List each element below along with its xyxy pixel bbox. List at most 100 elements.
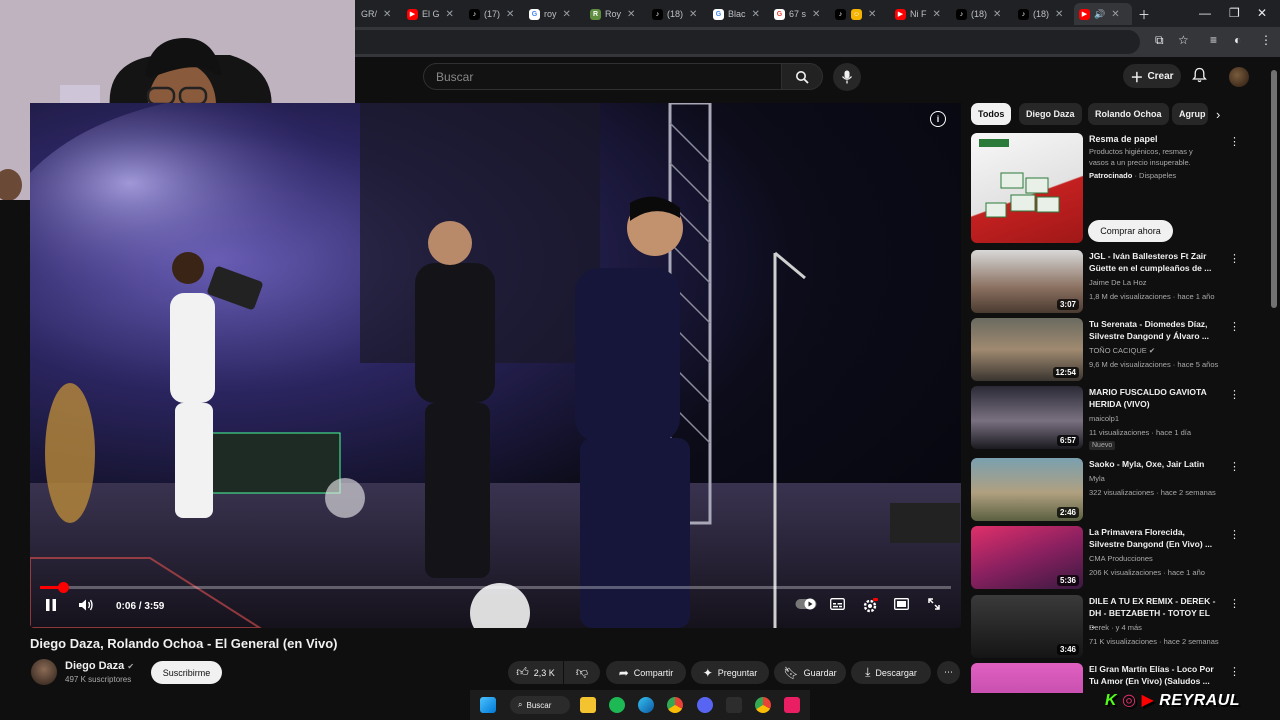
- video-thumbnail[interactable]: 5:36: [971, 526, 1083, 589]
- browser-tab[interactable]: ♪ (18) ✕: [647, 3, 707, 25]
- video-thumbnail[interactable]: 12:54: [971, 318, 1083, 381]
- subtitles-button[interactable]: [830, 598, 845, 610]
- more-vertical-icon[interactable]: ⋮: [1229, 460, 1240, 473]
- chip-rolando-ochoa[interactable]: Rolando Ochoa: [1088, 103, 1169, 125]
- chrome-alt-icon[interactable]: [755, 697, 771, 713]
- progress-bar[interactable]: [40, 582, 951, 593]
- settings-button[interactable]: [862, 598, 878, 614]
- close-icon[interactable]: ✕: [383, 9, 391, 20]
- close-icon[interactable]: ✕: [1055, 9, 1063, 20]
- video-thumbnail[interactable]: 3:46: [971, 595, 1083, 658]
- recommendation-item[interactable]: 3:46 DILE A TU EX REMIX - DEREK - DH - B…: [971, 595, 1261, 659]
- install-app-icon[interactable]: ⧉: [1155, 33, 1164, 48]
- account-avatar[interactable]: [1229, 67, 1249, 87]
- sidebar-scrollbar[interactable]: [1271, 70, 1277, 308]
- video-thumbnail[interactable]: [971, 663, 1083, 693]
- tiktok-icon[interactable]: [784, 697, 800, 713]
- media-control-icon[interactable]: ≡: [1210, 33, 1217, 47]
- browser-menu-icon[interactable]: ⋮: [1260, 33, 1272, 47]
- close-icon[interactable]: ✕: [446, 9, 454, 20]
- download-button[interactable]: ⤓ Descargar: [851, 661, 931, 684]
- recommendation-item[interactable]: 3:07 JGL - Iván Ballesteros Ft Zair Güet…: [971, 250, 1261, 314]
- ad-thumbnail[interactable]: [971, 133, 1083, 243]
- browser-tab[interactable]: ▶ Ni F ✕: [890, 3, 948, 25]
- chip-all[interactable]: Todos: [971, 103, 1012, 125]
- channel-avatar[interactable]: [31, 659, 57, 685]
- maximize-icon[interactable]: ❐: [1229, 6, 1240, 20]
- fullscreen-button[interactable]: [928, 598, 940, 610]
- browser-tab[interactable]: G Blac ✕: [708, 3, 768, 25]
- progress-scrubber-handle[interactable]: [57, 582, 69, 593]
- windows-start-icon[interactable]: [480, 697, 496, 713]
- chrome-icon[interactable]: [667, 697, 683, 713]
- browser-tab[interactable]: ♪ (18) ✕: [1013, 3, 1073, 25]
- spotify-icon[interactable]: [609, 697, 625, 713]
- browser-tab-active[interactable]: ▶ 🔊 ✕: [1074, 3, 1132, 25]
- recommendation-item[interactable]: 2:46 Saoko - Myla, Oxe, Jair Latin Myla …: [971, 458, 1261, 522]
- dislike-button[interactable]: 👎︎: [564, 661, 600, 684]
- more-vertical-icon[interactable]: ⋮: [1229, 320, 1240, 333]
- notifications-bell-icon[interactable]: [1192, 67, 1207, 86]
- channel-name[interactable]: Diego Daza ✔: [65, 660, 134, 672]
- volume-button[interactable]: [78, 598, 94, 612]
- recommendation-item[interactable]: El Gran Martín Elías - Loco Por Tu Amor …: [971, 663, 1261, 693]
- close-icon[interactable]: ✕: [689, 9, 697, 20]
- search-input[interactable]: Buscar: [423, 63, 783, 90]
- browser-tab[interactable]: R Roy ✕: [585, 3, 645, 25]
- browser-tab[interactable]: GR/ ✕: [356, 3, 400, 25]
- close-icon[interactable]: ✕: [752, 9, 760, 20]
- close-icon[interactable]: ✕: [868, 9, 876, 20]
- minimize-icon[interactable]: —: [1199, 6, 1211, 20]
- discord-icon[interactable]: [697, 697, 713, 713]
- video-player[interactable]: i 0:06 / 3:59: [30, 103, 961, 628]
- chip-agrup[interactable]: Agrup: [1172, 103, 1208, 125]
- browser-tab[interactable]: G roy ✕: [524, 3, 584, 25]
- close-icon[interactable]: ✕: [933, 9, 941, 20]
- save-button[interactable]: 🔖︎ Guardar: [774, 661, 846, 684]
- browser-tab[interactable]: ☺ ✕: [846, 3, 886, 25]
- window-close-icon[interactable]: ✕: [1257, 6, 1267, 20]
- subscribe-button[interactable]: Suscribirme: [151, 661, 222, 684]
- close-icon[interactable]: ✕: [993, 9, 1001, 20]
- chip-diego-daza[interactable]: Diego Daza: [1019, 103, 1082, 125]
- share-button[interactable]: ➦ Compartir: [606, 661, 686, 684]
- ask-button[interactable]: ✦ Preguntar: [691, 661, 769, 684]
- more-vertical-icon[interactable]: ⋮: [1229, 665, 1240, 678]
- ad-cta-button[interactable]: Comprar ahora: [1088, 220, 1173, 242]
- edge-icon[interactable]: [638, 697, 654, 713]
- chevron-right-icon[interactable]: ›: [1216, 107, 1220, 122]
- autoplay-toggle[interactable]: [795, 598, 817, 610]
- video-thumbnail[interactable]: 6:57: [971, 386, 1083, 449]
- browser-tab[interactable]: ▶ El G ✕: [402, 3, 464, 25]
- new-tab-icon[interactable]: ＋: [1138, 6, 1150, 23]
- like-button[interactable]: 👍︎ 2,3 K: [508, 661, 563, 684]
- more-vertical-icon[interactable]: ⋮: [1229, 388, 1240, 401]
- recommendation-item[interactable]: 6:57 MARIO FUSCALDO GAVIOTA HERIDA (VIVO…: [971, 386, 1261, 450]
- recommendation-item[interactable]: 12:54 Tu Serenata - Diomedes Díaz, Silve…: [971, 318, 1261, 382]
- recommendation-item[interactable]: 5:36 La Primavera Florecida, Silvestre D…: [971, 526, 1261, 590]
- voice-search-button[interactable]: [833, 63, 861, 91]
- browser-tab[interactable]: G 67 s ✕: [769, 3, 829, 25]
- taskbar-search[interactable]: ⌕ Buscar: [510, 696, 570, 714]
- more-vertical-icon[interactable]: ⋮: [1229, 252, 1240, 265]
- pause-button[interactable]: [45, 598, 57, 612]
- close-icon[interactable]: ✕: [627, 9, 635, 20]
- more-vertical-icon[interactable]: ⋮: [1229, 135, 1240, 148]
- close-icon[interactable]: ✕: [563, 9, 571, 20]
- app-icon[interactable]: [726, 697, 742, 713]
- more-vertical-icon[interactable]: ⋮: [1229, 597, 1240, 610]
- ad-item[interactable]: Resma de papel Productos higiénicos, res…: [971, 133, 1261, 245]
- more-actions-button[interactable]: ⋯: [937, 661, 960, 684]
- info-icon[interactable]: i: [930, 111, 946, 127]
- star-icon[interactable]: ☆: [1178, 33, 1189, 47]
- miniplayer-button[interactable]: [894, 598, 909, 610]
- close-icon[interactable]: ✕: [1111, 9, 1119, 20]
- browser-tab[interactable]: ♪ (18) ✕: [951, 3, 1011, 25]
- profile-icon[interactable]: ◐: [1234, 33, 1241, 47]
- search-button[interactable]: [781, 63, 823, 90]
- browser-tab[interactable]: ♪ (17) ✕: [464, 3, 524, 25]
- close-icon[interactable]: ✕: [812, 9, 820, 20]
- video-thumbnail[interactable]: 3:07: [971, 250, 1083, 313]
- create-button[interactable]: ＋ Crear: [1123, 64, 1181, 88]
- video-thumbnail[interactable]: 2:46: [971, 458, 1083, 521]
